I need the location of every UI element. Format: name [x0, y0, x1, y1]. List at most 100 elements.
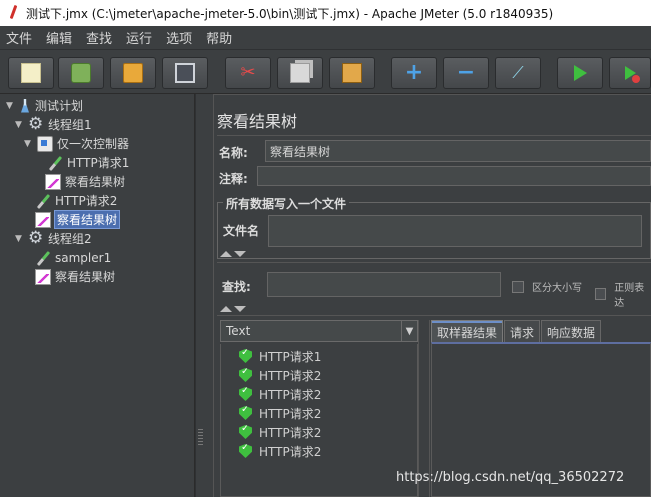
- success-shield-icon: [239, 425, 252, 439]
- write-to-file-group: 所有数据写入一个文件 文件名: [217, 195, 651, 259]
- collapse-up-icon[interactable]: [220, 306, 232, 312]
- search-label: 查找:: [222, 280, 251, 294]
- result-item[interactable]: HTTP请求2: [239, 366, 321, 384]
- tree-node-thread-group-2[interactable]: ▼ 线程组2: [15, 228, 92, 248]
- start-button[interactable]: [557, 57, 603, 89]
- result-item[interactable]: HTTP请求2: [239, 423, 321, 441]
- expand-all-button[interactable]: +: [391, 57, 437, 89]
- collapse-down-icon[interactable]: [234, 306, 246, 312]
- menu-run[interactable]: 运行: [126, 28, 152, 47]
- thread-group-icon: [28, 228, 44, 248]
- filename-label: 文件名: [223, 224, 260, 238]
- file-section-collapse[interactable]: [220, 251, 246, 257]
- chevron-down-icon[interactable]: ▼: [401, 321, 417, 341]
- panel-title: 察看结果树: [217, 112, 298, 131]
- result-tabs: 取样器结果 请求 响应数据: [431, 320, 602, 342]
- new-button[interactable]: [8, 57, 54, 89]
- tree-node-view-results-tree-selected[interactable]: 察看结果树: [22, 210, 121, 229]
- menu-edit[interactable]: 编辑: [46, 28, 72, 47]
- collapse-up-icon[interactable]: [220, 251, 232, 257]
- save-icon: [175, 63, 195, 83]
- toggle-button[interactable]: ⟋: [495, 57, 541, 89]
- window-title: 测试下.jmx (C:\jmeter\apache-jmeter-5.0\bin…: [26, 6, 554, 21]
- case-sensitive-checkbox[interactable]: 区分大小写: [512, 279, 582, 294]
- menu-file[interactable]: 文件: [6, 28, 32, 47]
- watermark: https://blog.csdn.net/qq_36502272: [396, 470, 625, 485]
- name-field[interactable]: [265, 140, 651, 162]
- tree-node-thread-group-1[interactable]: ▼ 线程组1: [15, 114, 92, 134]
- test-plan-icon: [19, 98, 31, 114]
- paste-button[interactable]: [329, 57, 375, 89]
- menu-help[interactable]: 帮助: [206, 28, 232, 47]
- divider: [217, 135, 651, 136]
- success-shield-icon: [239, 349, 252, 363]
- regex-checkbox[interactable]: 正则表达: [595, 279, 651, 309]
- start-no-pauses-button[interactable]: [609, 57, 651, 89]
- tree-node-http-request-1[interactable]: HTTP请求1: [34, 153, 129, 172]
- splitter-grip-icon[interactable]: [198, 429, 203, 445]
- result-item[interactable]: HTTP请求2: [239, 385, 321, 403]
- listener-icon: [35, 211, 51, 228]
- tab-response-data[interactable]: 响应数据: [541, 320, 602, 342]
- expand-icon: +: [404, 60, 424, 85]
- divider: [217, 315, 651, 316]
- open-icon: [123, 63, 143, 83]
- tree-node-test-plan[interactable]: ▼ 测试计划: [6, 96, 83, 115]
- copy-icon: [290, 63, 310, 83]
- new-icon: [21, 63, 41, 83]
- success-shield-icon: [239, 368, 252, 382]
- open-button[interactable]: [110, 57, 156, 89]
- save-button[interactable]: [162, 57, 208, 89]
- filename-field[interactable]: [268, 215, 642, 247]
- comment-label: 注释:: [219, 172, 248, 186]
- menu-bar: 文件 编辑 查找 运行 选项 帮助: [0, 26, 651, 50]
- menu-search[interactable]: 查找: [86, 28, 112, 47]
- success-shield-icon: [239, 406, 252, 420]
- toggle-icon: ⟋: [512, 63, 524, 82]
- toolbar: ✂ + − ⟋: [0, 50, 651, 94]
- paste-icon: [342, 63, 362, 83]
- listener-icon: [45, 173, 61, 190]
- tree-toggle-icon[interactable]: ▼: [15, 234, 25, 244]
- group-title: 所有数据写入一个文件: [223, 195, 350, 212]
- cut-button[interactable]: ✂: [225, 57, 271, 89]
- result-item[interactable]: HTTP请求1: [239, 347, 321, 365]
- copy-button[interactable]: [277, 57, 323, 89]
- listener-icon: [35, 268, 51, 285]
- templates-button[interactable]: [58, 57, 104, 89]
- renderer-select[interactable]: Text ▼: [220, 320, 418, 342]
- result-item[interactable]: HTTP请求2: [239, 404, 321, 422]
- tab-sampler-result[interactable]: 取样器结果: [431, 320, 504, 342]
- sampler-icon: [35, 250, 51, 266]
- collapse-down-icon[interactable]: [234, 251, 246, 257]
- search-field[interactable]: [267, 272, 501, 297]
- sampler-icon: [35, 193, 51, 209]
- thread-group-icon: [28, 114, 44, 134]
- tree-toggle-icon[interactable]: ▼: [15, 120, 25, 130]
- tree-toggle-icon[interactable]: ▼: [6, 101, 16, 111]
- view-results-tree-panel: 察看结果树 名称: 注释: 所有数据写入一个文件 文件名 查找: 区分大小写 正…: [205, 94, 651, 497]
- tree-node-once-only-controller[interactable]: ▼ 仅一次控制器: [24, 134, 129, 153]
- comment-field[interactable]: [257, 166, 651, 186]
- checkbox-box[interactable]: [595, 288, 607, 300]
- collapse-all-button[interactable]: −: [443, 57, 489, 89]
- cut-icon: ✂: [240, 62, 256, 83]
- search-section-collapse[interactable]: [220, 306, 246, 312]
- tree-node-view-results-tree[interactable]: 察看结果树: [32, 172, 125, 191]
- tree-node-http-request-2[interactable]: HTTP请求2: [22, 191, 117, 210]
- tree-node-view-results-tree-2[interactable]: 察看结果树: [22, 267, 115, 286]
- name-label: 名称:: [219, 146, 248, 160]
- tab-request[interactable]: 请求: [504, 320, 541, 342]
- start-icon: [573, 65, 587, 81]
- success-shield-icon: [239, 387, 252, 401]
- sampler-icon: [47, 155, 63, 171]
- tree-toggle-icon[interactable]: ▼: [24, 139, 34, 149]
- divider: [217, 262, 651, 263]
- main-splitter[interactable]: [195, 94, 205, 497]
- collapse-icon: −: [456, 60, 476, 85]
- jmeter-feather-icon: [8, 5, 18, 21]
- checkbox-box[interactable]: [512, 280, 524, 293]
- tree-node-sampler1[interactable]: sampler1: [22, 248, 111, 267]
- menu-options[interactable]: 选项: [166, 28, 192, 47]
- result-item[interactable]: HTTP请求2: [239, 442, 321, 460]
